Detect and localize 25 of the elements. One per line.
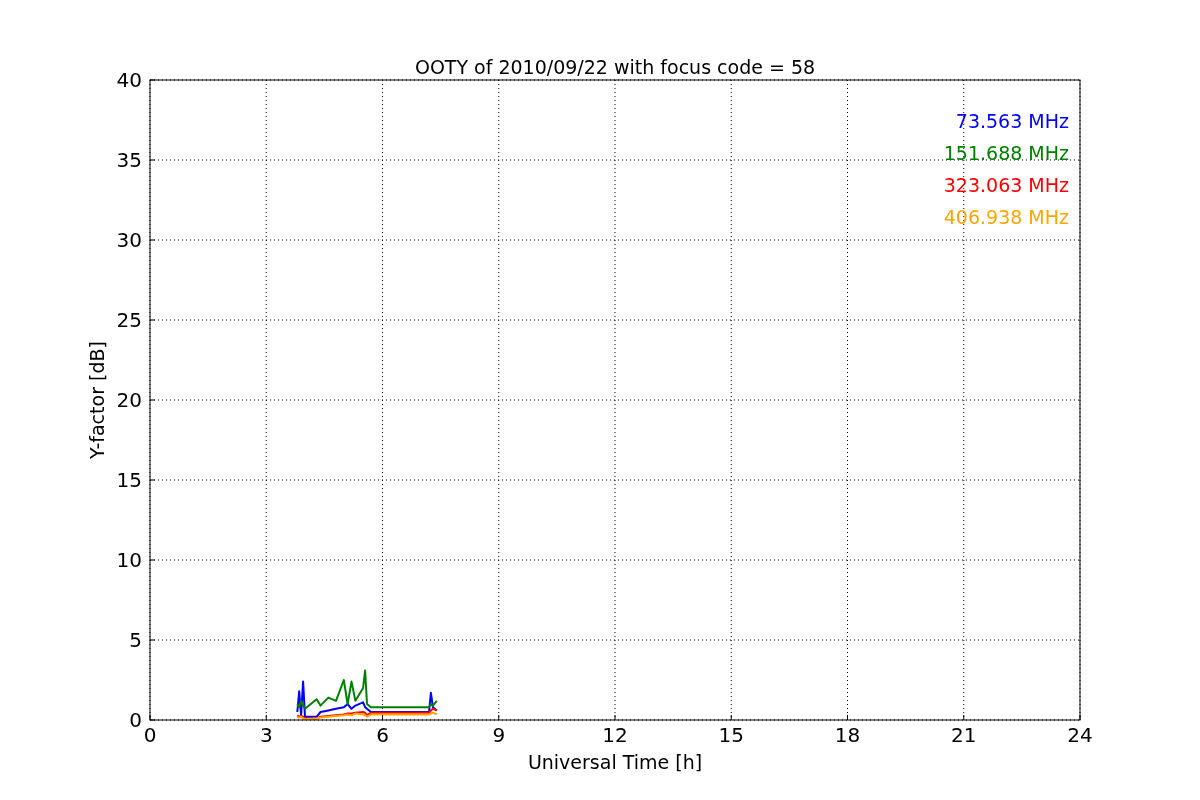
y-tick-label: 30 xyxy=(116,228,142,252)
x-tick-label: 18 xyxy=(834,723,861,747)
y-tick-label: 20 xyxy=(116,388,142,412)
x-tick-label: 6 xyxy=(376,723,389,747)
y-axis-label: Y-factor [dB] xyxy=(86,341,108,459)
legend-label: 323.063 MHz xyxy=(943,174,1069,196)
y-tick-label: 10 xyxy=(116,548,142,572)
x-axis-label: Universal Time [h] xyxy=(527,751,703,773)
x-tick-label: 24 xyxy=(1067,723,1093,747)
y-tick-label: 5 xyxy=(129,628,142,652)
x-tick-label: 9 xyxy=(492,723,506,747)
y-tick-label: 0 xyxy=(129,708,142,732)
x-tick-label: 15 xyxy=(718,723,744,747)
legend-label: 73.563 MHz xyxy=(955,110,1069,132)
y-tick-label: 35 xyxy=(116,148,142,172)
x-tick-label: 0 xyxy=(143,723,157,747)
x-tick-label: 21 xyxy=(951,723,977,747)
chart-title: OOTY of 2010/09/22 with focus code = 58 xyxy=(414,56,816,78)
legend-label: 406.938 MHz xyxy=(943,206,1069,228)
legend-label: 151.688 MHz xyxy=(943,142,1069,164)
x-tick-label: 12 xyxy=(602,723,628,747)
y-tick-label: 15 xyxy=(116,468,142,492)
y-tick-label: 25 xyxy=(116,308,142,332)
x-tick-label: 3 xyxy=(259,723,273,747)
y-tick-label: 40 xyxy=(116,68,142,92)
